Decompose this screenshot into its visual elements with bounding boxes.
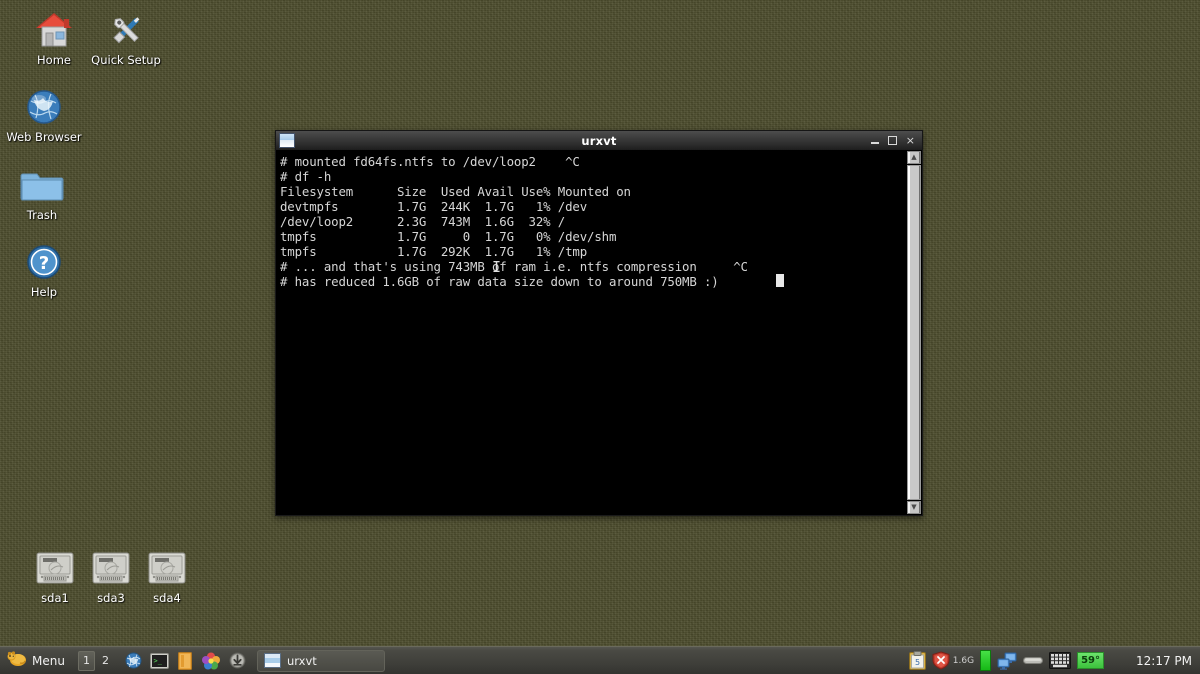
taskbar[interactable]: Menu 1 2 >_ urxvt 5 1.6G 59° 12:17 PM (0, 646, 1200, 674)
shield-label: 1.6G (952, 655, 975, 666)
svg-text:?: ? (39, 253, 49, 274)
memory-bar-icon (980, 650, 992, 671)
memory-meter[interactable] (980, 650, 992, 671)
window-icon (279, 133, 295, 148)
keyboard-icon (1049, 652, 1072, 669)
workspace-switcher[interactable]: 1 2 (77, 650, 114, 671)
quick-launch-bar[interactable]: >_ (124, 651, 247, 670)
scroll-up-glyph: ▲ (911, 153, 917, 161)
menu-label: Menu (32, 653, 65, 668)
document-icon (178, 651, 193, 670)
web-browser-launcher[interactable] (124, 651, 143, 670)
scrollbar-thumb[interactable] (907, 165, 921, 500)
terminal-line: devtmpfs 1.7G 244K 1.7G 1% /dev (280, 199, 588, 214)
file-manager-launcher[interactable] (176, 651, 195, 670)
device-icon (1023, 657, 1044, 664)
temperature-monitor[interactable]: 59° (1077, 652, 1104, 669)
desktop-icon-trash[interactable]: Trash (0, 163, 84, 222)
shield-tray-icon[interactable]: 1.6G (932, 651, 974, 670)
terminal-line: # ... and that's using 743MB of ram i.e.… (280, 259, 748, 274)
workspace-1[interactable]: 1 (77, 650, 95, 671)
folder-icon (0, 163, 84, 207)
task-button-label: urxvt (286, 653, 317, 668)
task-list[interactable]: urxvt (256, 649, 385, 672)
help-circle-icon: ? (2, 240, 86, 284)
window-titlebar[interactable]: urxvt × (275, 130, 923, 150)
network-tray-icon[interactable] (997, 652, 1017, 670)
system-tray[interactable]: 5 1.6G 59° 12:17 PM (908, 650, 1200, 671)
desktop-icon-label: Web Browser (6, 130, 82, 144)
globe-icon (125, 652, 142, 669)
terminal-line: # mounted fd64fs.ntfs to /dev/loop2 ^C (280, 154, 580, 169)
drive-label: sda4 (153, 591, 181, 605)
terminal-line: /dev/loop2 2.3G 743M 1.6G 32% / (280, 214, 566, 229)
globe-icon (2, 85, 86, 129)
terminal-body[interactable]: # mounted fd64fs.ntfs to /dev/loop2 ^C #… (275, 150, 923, 516)
terminal-icon: >_ (149, 652, 169, 669)
download-icon (229, 652, 246, 669)
desktop-icon-help[interactable]: ? Help (2, 240, 86, 299)
close-button[interactable]: × (906, 135, 915, 146)
photo-app-launcher[interactable] (202, 651, 221, 670)
scroll-up-arrow-icon[interactable]: ▲ (907, 151, 921, 164)
desktop-icon-label: Help (30, 285, 58, 299)
terminal-window[interactable]: urxvt × # mounted fd64fs.ntfs to /dev/lo… (275, 130, 923, 516)
desktop-icon-sda4[interactable]: sda4 (132, 552, 202, 605)
window-controls[interactable]: × (870, 135, 922, 146)
task-button-urxvt[interactable]: urxvt (256, 649, 385, 672)
maximize-button[interactable] (887, 136, 897, 145)
keyboard-tray-icon[interactable] (1049, 652, 1072, 669)
workspace-2[interactable]: 2 (97, 651, 114, 671)
minimize-button[interactable] (870, 142, 879, 144)
network-icon (997, 652, 1017, 670)
hamster-menu-icon (7, 650, 27, 671)
terminal-screen[interactable]: # mounted fd64fs.ntfs to /dev/loop2 ^C #… (276, 150, 907, 515)
clipboard-tray-icon[interactable]: 5 (908, 651, 926, 670)
device-tray-icon[interactable] (1023, 655, 1044, 666)
terminal-cursor (776, 274, 784, 287)
scroll-down-arrow-icon[interactable]: ▼ (907, 501, 921, 514)
desktop-icon-quick-setup[interactable]: Quick Setup (84, 8, 168, 67)
window-title: urxvt (581, 133, 617, 148)
clock[interactable]: 12:17 PM (1136, 654, 1192, 668)
temperature-label: 59° (1077, 652, 1104, 669)
scroll-down-glyph: ▼ (911, 503, 917, 511)
terminal-line: # has reduced 1.6GB of raw data size dow… (280, 274, 719, 289)
desktop-icon-label: Trash (26, 208, 58, 222)
desktop-icon-label: Quick Setup (91, 53, 161, 67)
terminal-line: # df -h (280, 169, 332, 184)
flower-icon (202, 652, 221, 669)
menu-button[interactable]: Menu (2, 649, 74, 673)
downloads-launcher[interactable] (228, 651, 247, 670)
terminal-scrollbar[interactable]: ▲ ▼ (907, 150, 922, 515)
terminal-launcher[interactable]: >_ (149, 651, 169, 670)
terminal-line: tmpfs 1.7G 292K 1.7G 1% /tmp (280, 244, 588, 259)
desktop[interactable]: Home Quick Setup Web Browser Trash ? Hel… (0, 0, 1200, 674)
harddisk-icon (132, 552, 202, 588)
terminal-line: tmpfs 1.7G 0 1.7G 0% /dev/shm (280, 229, 617, 244)
desktop-icon-web-browser[interactable]: Web Browser (2, 85, 86, 144)
clipboard-icon: 5 (908, 651, 926, 670)
terminal-line: Filesystem Size Used Avail Use% Mounted … (280, 184, 631, 199)
svg-text:>_: >_ (153, 657, 162, 665)
window-icon (263, 653, 281, 668)
shield-icon (932, 651, 950, 670)
svg-text:5: 5 (915, 658, 920, 667)
tools-icon (84, 8, 168, 52)
